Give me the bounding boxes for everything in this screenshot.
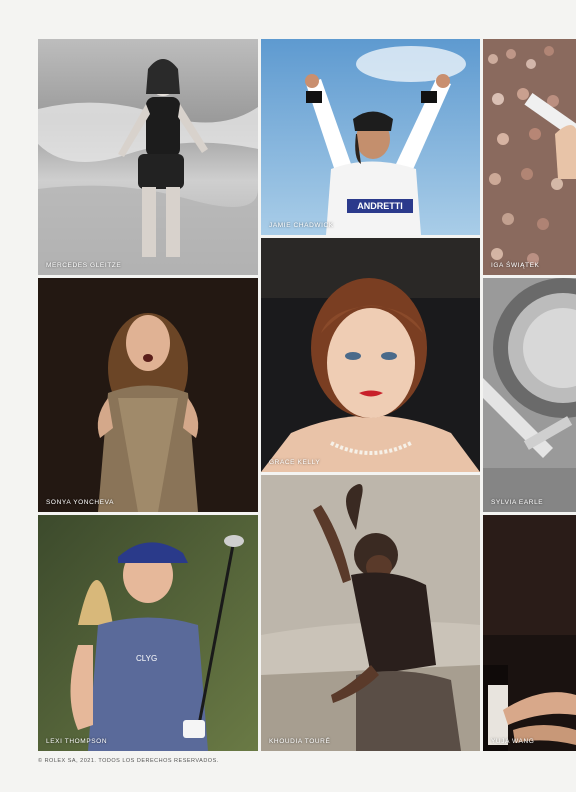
dancer-photo-image (261, 475, 480, 751)
photo-khoudia-toure: KHOUDIA TOURÉ (261, 475, 480, 751)
photo-sylvia-earle: SYLVIA EARLE (483, 278, 576, 512)
photo-lexi-thompson: CLYG LEXI THOMPSON (38, 515, 258, 751)
shirt-logo-text: CLYG (136, 654, 157, 663)
photo-sonya-yoncheva: SONYA YONCHEVA (38, 278, 258, 512)
caption-sonya-yoncheva: SONYA YONCHEVA (46, 499, 115, 506)
portrait-photo-image (261, 238, 480, 472)
photo-iga-swiatek: IGA ŚWIĄTEK (483, 39, 576, 275)
caption-yuja-wang: YUJA WANG (491, 738, 535, 745)
diving-gear-photo-image (483, 278, 576, 512)
caption-khoudia-toure: KHOUDIA TOURÉ (269, 738, 331, 745)
tennis-crowd-photo-image (483, 39, 576, 275)
caption-sylvia-earle: SYLVIA EARLE (491, 499, 544, 506)
photo-grace-kelly: GRACE KELLY (261, 238, 480, 472)
helmet-sponsor-text: ANDRETTI (357, 201, 403, 211)
photo-jamie-chadwick: ANDRETTI JAMIE CHADWICK (261, 39, 480, 235)
caption-jamie-chadwick: JAMIE CHADWICK (269, 222, 334, 229)
opera-singer-photo-image (38, 278, 258, 512)
caption-lexi-thompson: LEXI THOMPSON (46, 738, 108, 745)
caption-grace-kelly: GRACE KELLY (269, 459, 321, 466)
swimmer-photo-image (38, 39, 258, 275)
golfer-photo-image: CLYG (38, 515, 258, 751)
photo-mercedes-gleitze: MERCEDES GLEITZE (38, 39, 258, 275)
racing-driver-photo-image: ANDRETTI (261, 39, 480, 235)
caption-iga-swiatek: IGA ŚWIĄTEK (491, 262, 540, 269)
pianist-photo-image (483, 515, 576, 751)
caption-mercedes-gleitze: MERCEDES GLEITZE (46, 262, 122, 269)
copyright-notice: © ROLEX SA, 2021. TODOS LOS DERECHOS RES… (38, 758, 219, 764)
photo-yuja-wang: YUJA WANG (483, 515, 576, 751)
